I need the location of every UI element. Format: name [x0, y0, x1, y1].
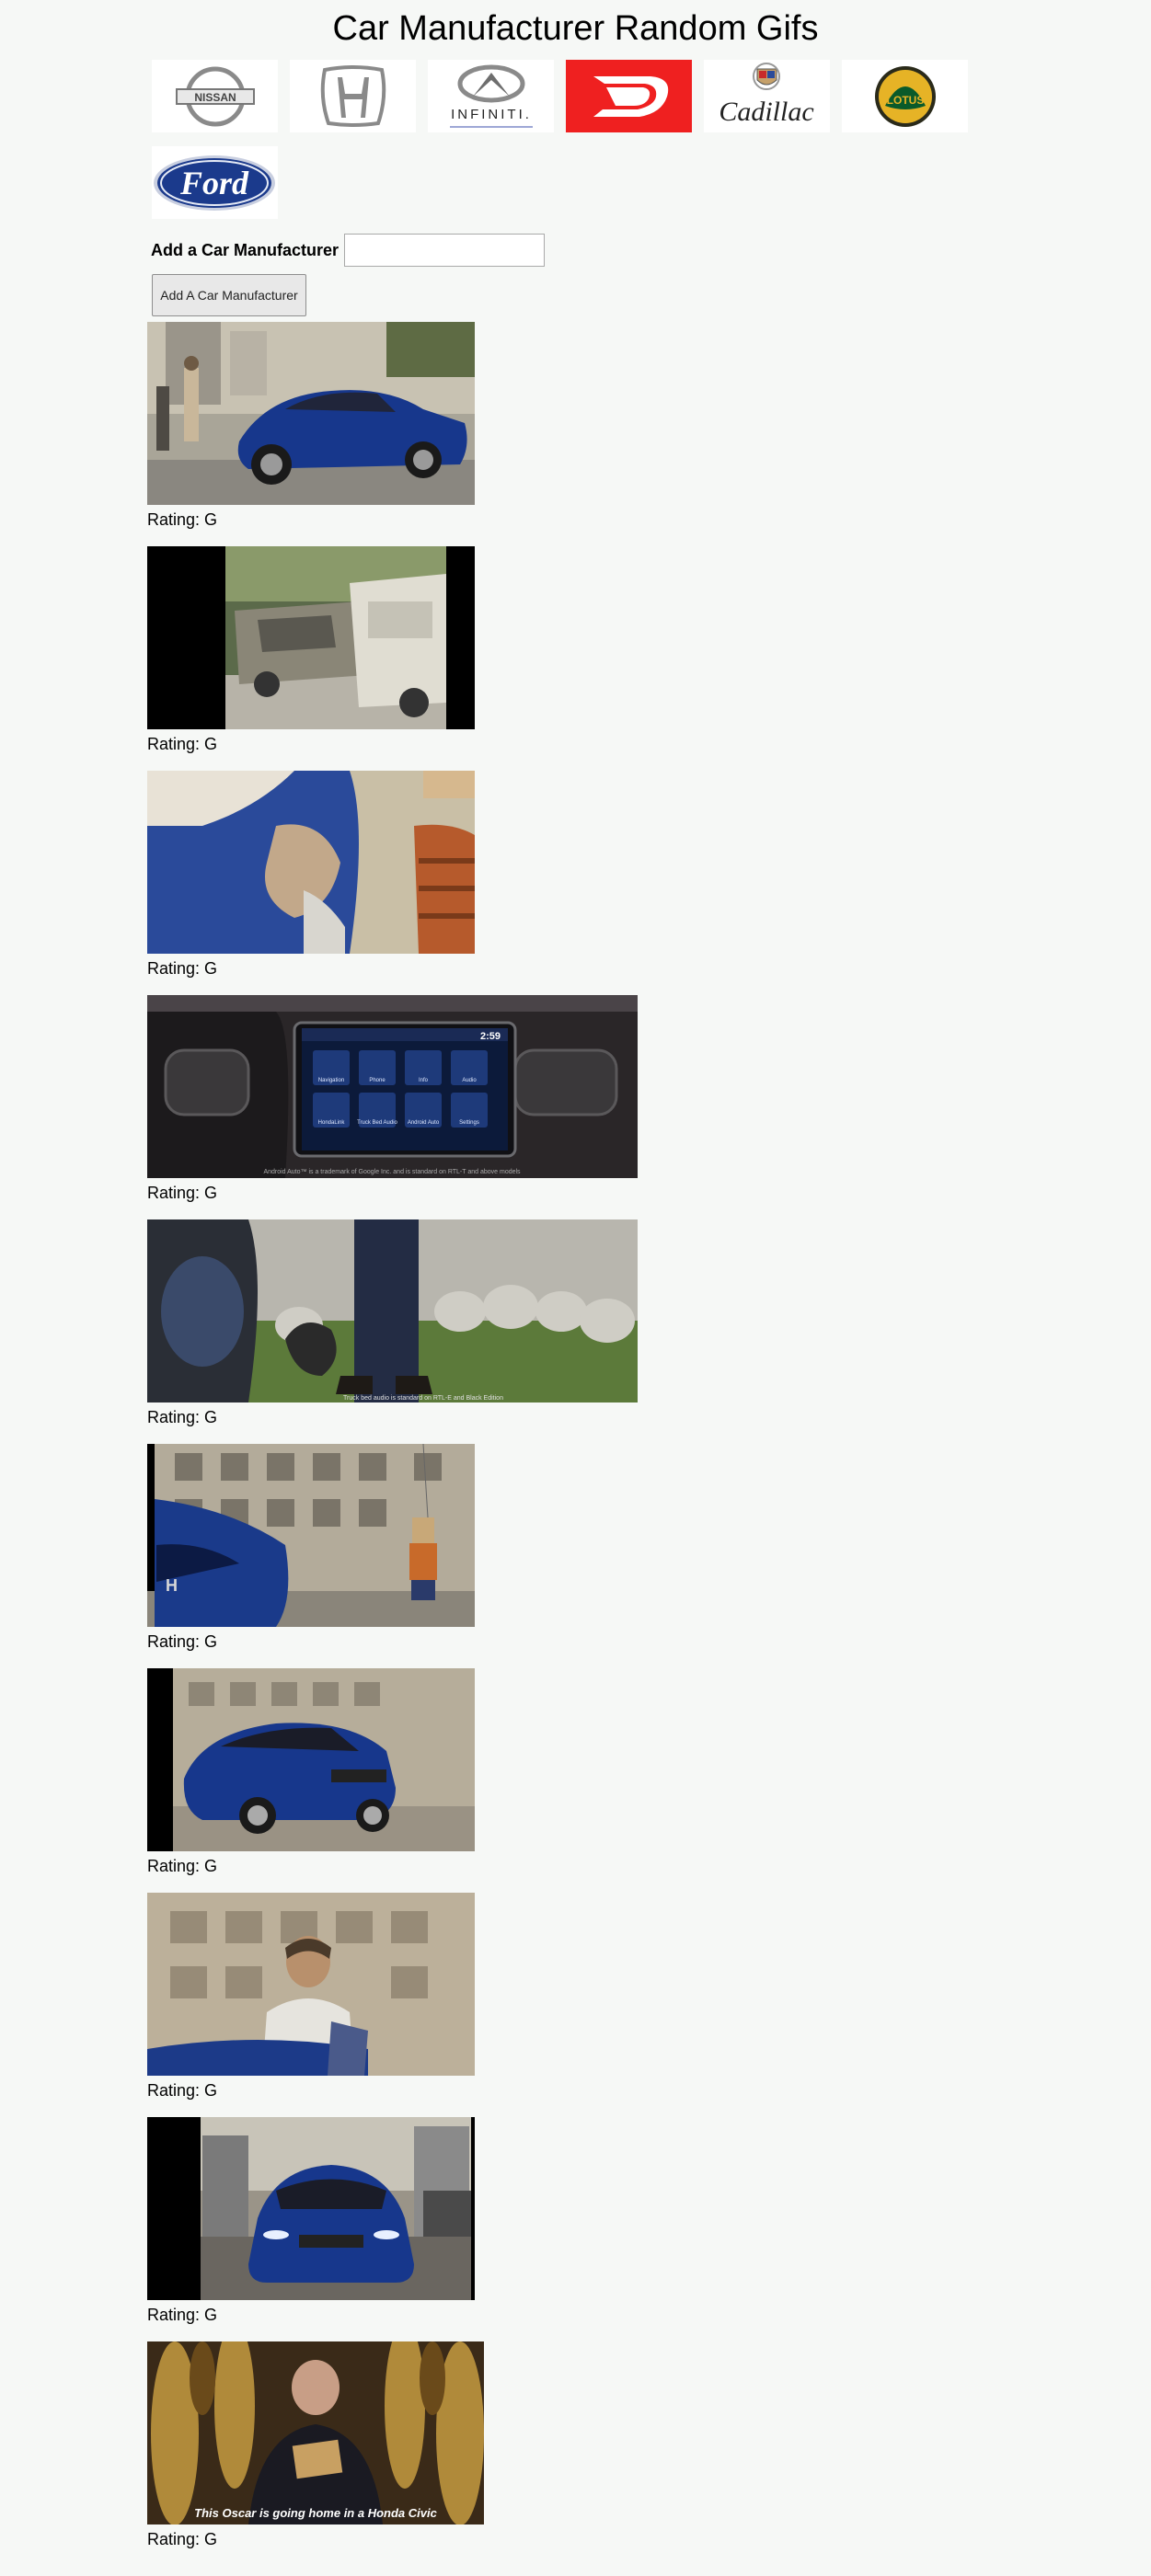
- svg-text:Android Auto™ is a trademark o: Android Auto™ is a trademark of Google I…: [263, 1169, 521, 1175]
- gif-image[interactable]: [147, 1893, 475, 2076]
- svg-text:Phone: Phone: [369, 1078, 386, 1083]
- logo-button-infiniti[interactable]: INFINITI.: [428, 60, 554, 132]
- logo-button-cadillac[interactable]: Cadillac: [704, 60, 830, 132]
- add-manufacturer-button[interactable]: Add A Car Manufacturer: [152, 274, 306, 316]
- gif-rating: Rating: G: [147, 2306, 218, 2324]
- gif-rating: Rating: G: [147, 2081, 218, 2100]
- svg-text:This Oscar is going home in a: This Oscar is going home in a Honda Civi…: [194, 2506, 437, 2520]
- gif-rating: Rating: G: [147, 735, 218, 753]
- gif-image[interactable]: [147, 1668, 475, 1851]
- svg-text:INFINITI.: INFINITI.: [451, 107, 532, 122]
- logo-button-lotus[interactable]: LOTUS: [842, 60, 968, 132]
- logo-button-nissan[interactable]: NISSAN: [152, 60, 278, 132]
- gif-rating: Rating: G: [147, 1184, 218, 1202]
- gif-rating: Rating: G: [147, 1632, 218, 1651]
- svg-text:2:59: 2:59: [480, 1031, 501, 1042]
- svg-text:NISSAN: NISSAN: [194, 91, 236, 104]
- svg-text:Navigation: Navigation: [318, 1078, 344, 1083]
- infiniti-logo-icon: INFINITI.: [449, 64, 533, 128]
- logo-button-daihatsu[interactable]: [566, 60, 692, 132]
- svg-text:Info: Info: [419, 1078, 429, 1083]
- add-manufacturer-label: Add a Car Manufacturer: [151, 240, 340, 259]
- logo-button-honda[interactable]: [290, 60, 416, 132]
- svg-text:H: H: [166, 1576, 178, 1595]
- cadillac-logo-icon: Cadillac: [719, 63, 814, 127]
- svg-text:Ford: Ford: [179, 165, 249, 201]
- gif-image[interactable]: [147, 546, 475, 729]
- svg-text:Audio: Audio: [462, 1078, 477, 1083]
- manufacturer-input[interactable]: [344, 234, 546, 267]
- ford-logo-icon: Ford: [154, 155, 275, 211]
- gif-image[interactable]: Truck bed audio is standard on RTL-E and…: [147, 1219, 638, 1402]
- svg-text:Cadillac: Cadillac: [719, 97, 813, 127]
- gif-rating: Rating: G: [147, 1408, 218, 1426]
- gif-image[interactable]: [147, 322, 475, 505]
- gif-image[interactable]: [147, 2117, 475, 2300]
- svg-text:LOTUS: LOTUS: [886, 94, 924, 107]
- gif-rating: Rating: G: [147, 2530, 218, 2548]
- page-title: Car Manufacturer Random Gifs: [332, 9, 819, 48]
- gif-rating: Rating: G: [147, 510, 218, 529]
- lotus-logo-icon: LOTUS: [874, 66, 936, 127]
- logo-button-ford[interactable]: Ford: [152, 146, 278, 219]
- gif-image[interactable]: This Oscar is going home in a Honda Civi…: [147, 2341, 484, 2524]
- gif-image[interactable]: H: [147, 1444, 475, 1627]
- gif-image[interactable]: [147, 771, 475, 954]
- svg-text:Truck Bed Audio: Truck Bed Audio: [357, 1120, 397, 1126]
- daihatsu-logo-icon: [593, 76, 669, 117]
- svg-text:Settings: Settings: [459, 1120, 479, 1126]
- svg-text:Truck bed audio is standard on: Truck bed audio is standard on RTL-E and…: [343, 1395, 503, 1402]
- add-manufacturer-row: Add a Car Manufacturer: [151, 234, 546, 267]
- gif-image[interactable]: 2:59 Navigation Phone Info Audio HondaLi…: [147, 995, 638, 1178]
- svg-text:Android Auto: Android Auto: [408, 1120, 440, 1126]
- gif-rating: Rating: G: [147, 959, 218, 978]
- honda-logo-icon: [320, 64, 386, 127]
- gif-rating: Rating: G: [147, 1857, 218, 1875]
- svg-text:HondaLink: HondaLink: [318, 1120, 346, 1126]
- nissan-logo-icon: NISSAN: [175, 66, 255, 126]
